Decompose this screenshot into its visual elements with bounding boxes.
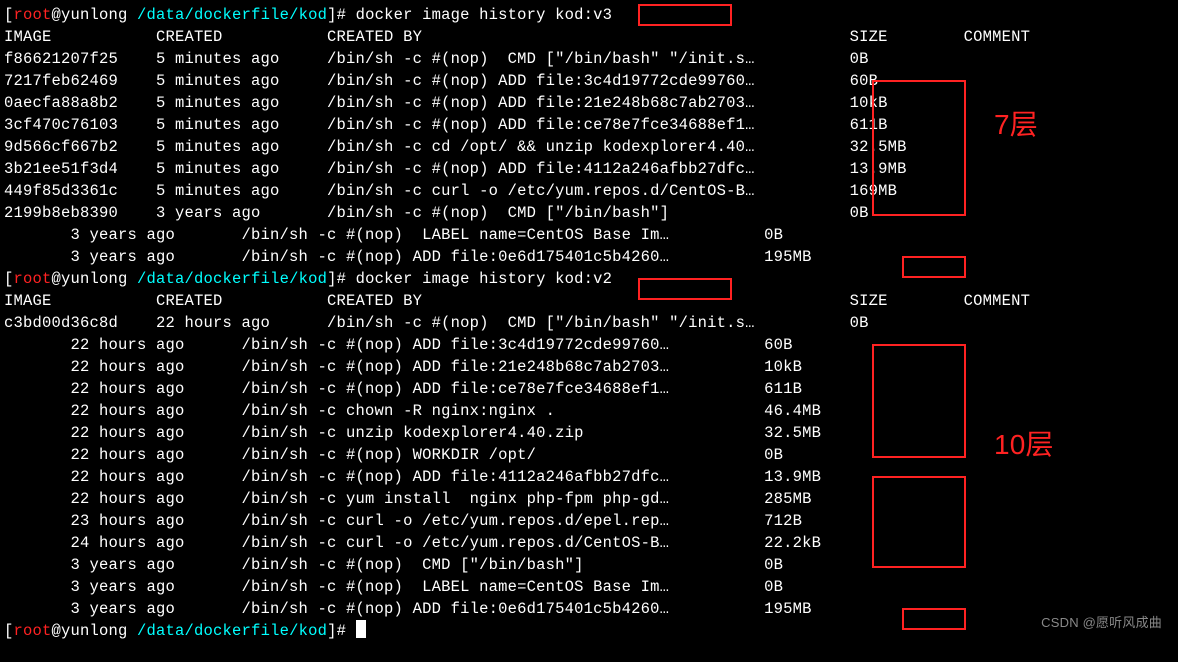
history-row: c3bd00d36c8d 22 hours ago /bin/sh -c #(n… <box>4 312 1174 334</box>
history-row: 22 hours ago /bin/sh -c #(nop) ADD file:… <box>4 356 1174 378</box>
annotation-7-layers: 7层 <box>994 114 1038 136</box>
history-row: 22 hours ago /bin/sh -c #(nop) ADD file:… <box>4 334 1174 356</box>
header-row: IMAGE CREATED CREATED BY SIZE COMMENT <box>4 26 1174 48</box>
history-row: 3b21ee51f3d4 5 minutes ago /bin/sh -c #(… <box>4 158 1174 180</box>
highlight-sizes-v2-b <box>872 476 966 568</box>
history-row: 3 years ago /bin/sh -c #(nop) LABEL name… <box>4 576 1174 598</box>
terminal[interactable]: [root@yunlong /data/dockerfile/kod]# doc… <box>4 4 1174 642</box>
history-row: 3 years ago /bin/sh -c #(nop) CMD ["/bin… <box>4 554 1174 576</box>
prompt-line: [root@yunlong /data/dockerfile/kod]# doc… <box>4 268 1174 290</box>
highlight-195mb-v3 <box>902 256 966 278</box>
history-row: 24 hours ago /bin/sh -c curl -o /etc/yum… <box>4 532 1174 554</box>
cursor <box>356 620 366 638</box>
history-row: 3 years ago /bin/sh -c #(nop) ADD file:0… <box>4 598 1174 620</box>
annotation-10-layers: 10层 <box>994 434 1054 456</box>
history-row: 22 hours ago /bin/sh -c #(nop) ADD file:… <box>4 378 1174 400</box>
history-row: 3 years ago /bin/sh -c #(nop) ADD file:0… <box>4 246 1174 268</box>
highlight-195mb-v2 <box>902 608 966 630</box>
highlight-sizes-v3 <box>872 80 966 216</box>
history-row: f86621207f25 5 minutes ago /bin/sh -c #(… <box>4 48 1174 70</box>
history-row: 7217feb62469 5 minutes ago /bin/sh -c #(… <box>4 70 1174 92</box>
highlight-sizes-v2-a <box>872 344 966 458</box>
history-row: 23 hours ago /bin/sh -c curl -o /etc/yum… <box>4 510 1174 532</box>
history-row: 449f85d3361c 5 minutes ago /bin/sh -c cu… <box>4 180 1174 202</box>
watermark: CSDN @愿听风成曲 <box>1041 612 1162 634</box>
header-row: IMAGE CREATED CREATED BY SIZE COMMENT <box>4 290 1174 312</box>
prompt-line: [root@yunlong /data/dockerfile/kod]# doc… <box>4 4 1174 26</box>
history-row: 3 years ago /bin/sh -c #(nop) LABEL name… <box>4 224 1174 246</box>
history-row: 22 hours ago /bin/sh -c #(nop) ADD file:… <box>4 466 1174 488</box>
prompt-line[interactable]: [root@yunlong /data/dockerfile/kod]# <box>4 620 1174 642</box>
highlight-kod-v2 <box>638 278 732 300</box>
history-row: 22 hours ago /bin/sh -c yum install ngin… <box>4 488 1174 510</box>
history-row: 2199b8eb8390 3 years ago /bin/sh -c #(no… <box>4 202 1174 224</box>
highlight-kod-v3 <box>638 4 732 26</box>
history-row: 22 hours ago /bin/sh -c chown -R nginx:n… <box>4 400 1174 422</box>
